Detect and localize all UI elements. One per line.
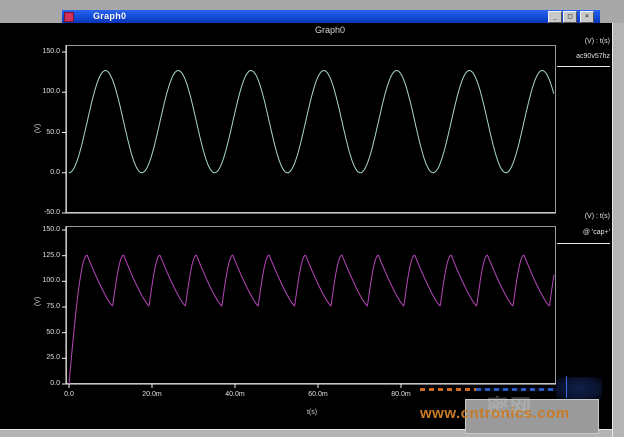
- grapher-window: Graph0 _ □ × Graph0 (V) (V) t(s) 150.010…: [0, 0, 624, 437]
- bottom-y-tick: 100.0: [30, 277, 60, 285]
- top-legend-axis-label: (V) : t(s): [552, 37, 610, 46]
- artifact-dash-strip-orange: [420, 388, 476, 391]
- top-y-tick: 100.0: [30, 88, 60, 96]
- bottom-y-tick: 0.0: [30, 380, 60, 388]
- top-y-tick: 50.0: [30, 129, 60, 137]
- bottom-y-tick: 75.0: [30, 303, 60, 311]
- bottom-y-tick: 125.0: [30, 252, 60, 260]
- bottom-legend-divider: [557, 243, 610, 244]
- top-trace[interactable]: [69, 71, 554, 173]
- top-y-tick: 150.0: [30, 48, 60, 56]
- top-y-tick: -50.0: [30, 209, 60, 217]
- watermark-url: www.cntronics.com: [420, 405, 620, 422]
- bottom-y-tick: 25.0: [30, 354, 60, 362]
- bottom-y-tick: 50.0: [30, 329, 60, 337]
- x-tick: 0.0: [47, 391, 91, 399]
- x-axis-title: t(s): [292, 409, 332, 416]
- bottom-legend-axis-label: (V) : t(s): [552, 212, 610, 221]
- artifact-blue-blob: [556, 377, 602, 400]
- x-tick: 80.0m: [379, 391, 423, 399]
- x-tick: 40.0m: [213, 391, 257, 399]
- x-tick: 60.0m: [296, 391, 340, 399]
- bottom-y-tick: 150.0: [30, 226, 60, 234]
- x-tick: 20.0m: [130, 391, 174, 399]
- bottom-trace[interactable]: [69, 255, 554, 384]
- top-legend-trace-label[interactable]: ac90v57hz: [552, 52, 610, 61]
- bottom-legend-trace-label[interactable]: @ 'cap+': [552, 228, 610, 237]
- waveform-layer: [0, 0, 624, 437]
- artifact-blue-line: [566, 376, 567, 398]
- top-y-tick: 0.0: [30, 169, 60, 177]
- top-legend-divider: [557, 66, 610, 67]
